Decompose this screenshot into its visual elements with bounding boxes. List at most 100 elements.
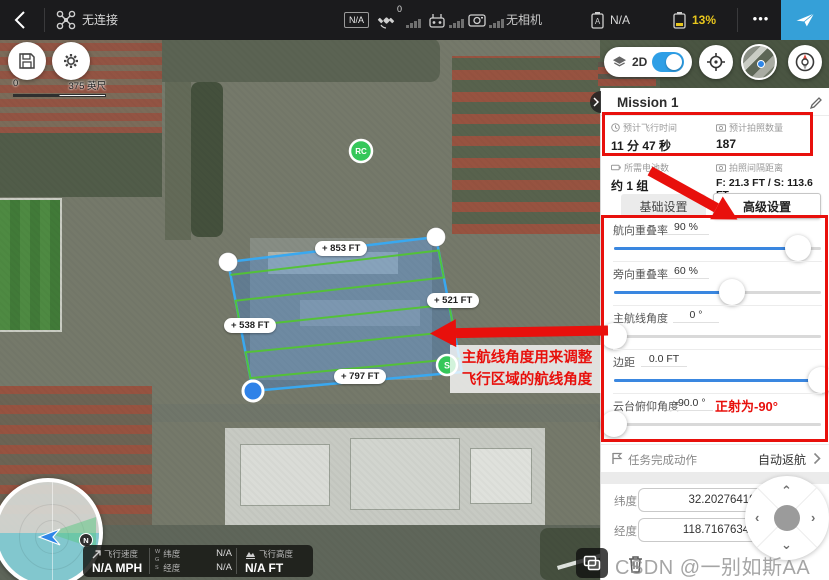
- connection-status: 无连接: [82, 0, 118, 40]
- tab-basic-settings[interactable]: 基础设置: [621, 194, 706, 218]
- slider-gimbal-pitch: 云台俯仰角度 -90.0 ° 正射为-90°: [601, 394, 829, 438]
- slider-front-overlap: 航向重叠率 90 %: [601, 218, 829, 262]
- telemetry-lng-value: N/A: [216, 562, 232, 574]
- flag-icon: [611, 452, 623, 465]
- margin-value[interactable]: 0.0 FT: [641, 353, 687, 367]
- slider-thumb[interactable]: [808, 367, 829, 393]
- gps-signal-bars: [406, 19, 421, 28]
- main-route-angle-value[interactable]: 0 °: [673, 309, 719, 323]
- main-route-angle-slider[interactable]: [614, 335, 821, 338]
- map-layers-icon: [583, 555, 601, 571]
- remote-controller-icon: [428, 11, 446, 29]
- aircraft-battery-icon: A: [590, 11, 605, 29]
- svg-text:A: A: [595, 17, 601, 26]
- more-menu-button[interactable]: •••: [746, 0, 776, 38]
- camera-icon: [468, 12, 486, 28]
- layers-icon: [612, 55, 627, 69]
- scale-end: 375 英尺: [69, 78, 107, 92]
- top-status-bar: 无连接 N/A 0 无相机 A N/A: [0, 0, 829, 40]
- back-icon[interactable]: [14, 11, 26, 29]
- satellite-icon: [377, 11, 395, 29]
- map-scale: 0 375 英尺: [13, 78, 106, 97]
- view-toggle-label: 2D: [632, 55, 647, 69]
- nudge-right-button[interactable]: ›: [811, 511, 815, 524]
- compass-reset-button[interactable]: [788, 45, 822, 79]
- locate-me-button[interactable]: [699, 45, 733, 79]
- vertex-handle-selected: [243, 381, 263, 401]
- altitude-icon: [245, 550, 256, 559]
- rc-battery-percent: 13%: [692, 0, 716, 40]
- map-2d-toggle[interactable]: 2D: [604, 47, 692, 77]
- watermark: CSDN @一别如斯AA: [615, 551, 829, 580]
- nudge-up-button[interactable]: ⌃: [781, 484, 792, 497]
- speed-value: N/A MPH: [92, 561, 149, 575]
- gear-icon: [61, 51, 81, 71]
- chevron-right-icon: [593, 97, 599, 107]
- gimbal-pitch-slider[interactable]: [614, 423, 821, 426]
- side-overlap-slider[interactable]: [614, 291, 821, 294]
- nudge-left-button[interactable]: ‹: [755, 511, 759, 524]
- telemetry-lat-value: N/A: [216, 548, 232, 560]
- nudge-down-button[interactable]: ⌄: [781, 538, 792, 551]
- battery-small-icon: [611, 163, 621, 172]
- longitude-label: 经度: [614, 523, 637, 539]
- save-mission-button[interactable]: [8, 42, 46, 80]
- toggle-switch-on[interactable]: [652, 52, 684, 72]
- slider-thumb[interactable]: [719, 279, 745, 305]
- nudge-center-button[interactable]: [774, 505, 800, 531]
- wgs-label: WGS: [155, 548, 160, 577]
- front-overlap-value[interactable]: 90 %: [663, 221, 709, 235]
- rc-signal-bars: [449, 19, 464, 28]
- edge-distance-label[interactable]: + 538 FT: [224, 318, 276, 333]
- finish-action-row[interactable]: 任务完成动作 自动返航: [601, 448, 829, 472]
- mission-settings-button[interactable]: [52, 42, 90, 80]
- gimbal-pitch-value[interactable]: -90.0 °: [667, 397, 713, 411]
- rc-location-marker: RC: [350, 140, 372, 162]
- edge-distance-label[interactable]: + 797 FT: [334, 369, 386, 384]
- crosshair-icon: [706, 52, 726, 72]
- speed-arrow-icon: [92, 550, 101, 559]
- altitude-value: N/A FT: [245, 561, 313, 575]
- finish-action-value: 自动返航: [758, 451, 806, 468]
- edge-distance-label[interactable]: + 521 FT: [427, 293, 479, 308]
- slider-thumb[interactable]: [601, 323, 627, 349]
- compass-icon: [794, 51, 816, 73]
- mission-settings-panel: Mission 1 预计飞行时间 11 分 47 秒 预计拍照数量 187 所需…: [600, 88, 829, 580]
- stat-batteries-needed: 所需电池数 约 1 组: [611, 161, 711, 194]
- svg-text:RC: RC: [355, 147, 367, 156]
- clock-icon: [611, 123, 620, 132]
- stat-photo-count: 预计拍照数量 187: [716, 121, 826, 151]
- flight-area-polygon: [228, 237, 462, 391]
- edge-distance-label[interactable]: + 853 FT: [315, 241, 367, 256]
- scale-bar: [13, 94, 106, 97]
- gimbal-annotation-text: 正射为-90°: [715, 396, 778, 415]
- latitude-label: 纬度: [614, 493, 637, 509]
- camera-status: 无相机: [506, 0, 542, 40]
- aircraft-heading-arrow: [37, 527, 63, 547]
- slider-thumb[interactable]: [601, 411, 627, 437]
- drone-icon: [56, 10, 76, 30]
- map-type-button[interactable]: [576, 548, 608, 578]
- save-icon: [18, 52, 36, 70]
- minimap-thumbnail[interactable]: [741, 44, 777, 80]
- edit-mission-icon[interactable]: [809, 96, 823, 110]
- margin-slider[interactable]: [614, 379, 821, 382]
- rc-battery-icon: [672, 11, 687, 29]
- mission-title: Mission 1: [617, 95, 679, 110]
- photo-icon: [716, 123, 726, 132]
- scale-start: 0: [13, 78, 18, 92]
- chevron-right-icon: [813, 452, 821, 465]
- front-overlap-slider[interactable]: [614, 247, 821, 250]
- drone-mission-planner-app: S RC + 853 FT + 521 FT + 538 FT + 797 FT…: [0, 0, 829, 580]
- gps-count: 0: [397, 4, 402, 14]
- slider-margin: 边距 0.0 FT: [601, 350, 829, 394]
- flight-mode-badge: N/A: [344, 12, 369, 28]
- vertex-handle: [219, 253, 238, 272]
- side-overlap-value[interactable]: 60 %: [663, 265, 709, 279]
- airplane-icon: [794, 11, 816, 29]
- tab-advanced-settings[interactable]: 高级设置: [713, 193, 821, 219]
- position-nudge-dpad[interactable]: ⌃ ‹ › ⌄: [745, 476, 829, 560]
- slider-thumb[interactable]: [785, 235, 811, 261]
- takeoff-button[interactable]: [781, 0, 829, 40]
- photo-icon: [716, 163, 726, 172]
